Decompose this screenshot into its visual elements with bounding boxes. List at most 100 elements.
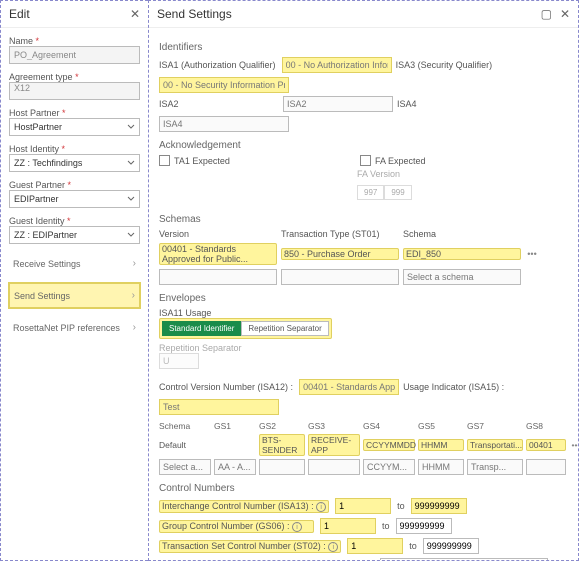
isa11-pill-highlight: Standard Identifier Repetition Separator: [159, 318, 332, 339]
maximize-icon[interactable]: ▢: [541, 7, 552, 21]
info-icon[interactable]: i: [316, 502, 326, 512]
gs1-select[interactable]: AA - A...: [214, 459, 256, 475]
txntype-value: 850 - Purchase Order: [281, 248, 399, 260]
repetition-separator-pill[interactable]: Repetition Separator: [241, 321, 328, 336]
host-identity-select[interactable]: ZZ : Techfindings: [9, 154, 140, 172]
gs5-select[interactable]: HHMM: [418, 459, 464, 475]
gs8-input[interactable]: [526, 459, 566, 475]
to-label: to: [409, 541, 417, 551]
chevron-right-icon: ›: [132, 290, 135, 301]
name-input[interactable]: [9, 46, 140, 64]
gs8-value: 00401: [526, 439, 566, 451]
isa2-label: ISA2: [159, 99, 277, 109]
ta1-checkbox[interactable]: [159, 155, 170, 166]
gs4-select[interactable]: CCYYM...: [363, 459, 415, 475]
guest-identity-label: Guest Identity *: [9, 216, 140, 226]
gs5-value: HHMM: [418, 439, 464, 451]
chevron-right-icon: ›: [133, 322, 136, 333]
cvn-label: Control Version Number (ISA12) :: [159, 382, 293, 392]
agreement-type-label: Agreement type *: [9, 72, 140, 82]
st02-from-input[interactable]: [347, 538, 403, 554]
isa13-from-input[interactable]: [335, 498, 391, 514]
gs06-to-input[interactable]: [396, 518, 452, 534]
send-settings-header: Send Settings ▢ ✕: [149, 1, 578, 28]
info-icon[interactable]: i: [292, 522, 302, 532]
edit-panel-header: Edit ✕: [1, 1, 148, 28]
schema-value: EDI_850: [403, 248, 521, 260]
gs-h-gs4: GS4: [363, 421, 415, 431]
host-identity-label: Host Identity *: [9, 144, 140, 154]
close-icon[interactable]: ✕: [560, 7, 570, 21]
isa11-usage-label: ISA11 Usage: [159, 308, 566, 318]
isa13-label: Interchange Control Number (ISA13) : i: [159, 500, 329, 513]
schema-select[interactable]: Select a schema: [403, 269, 521, 285]
txntype-label: Transaction Type (ST01): [281, 229, 397, 239]
gs3-input[interactable]: [308, 459, 360, 475]
version-value: 00401 - Standards Approved for Public...: [159, 243, 277, 265]
gs4-value: CCYYMMDD: [363, 439, 415, 451]
schema-row-more-icon[interactable]: •••: [525, 249, 539, 259]
schema-label: Schema: [403, 229, 519, 239]
envelopes-heading: Envelopes: [159, 293, 568, 304]
fa-999-pill[interactable]: 999: [384, 185, 411, 200]
to-label: to: [397, 501, 405, 511]
gs-h-gs5: GS5: [418, 421, 464, 431]
isa1-select[interactable]: 00 - No Authorization Infor...: [282, 57, 392, 73]
ack-heading: Acknowledgement: [159, 140, 568, 151]
st02-to-input[interactable]: [423, 538, 479, 554]
host-partner-label: Host Partner *: [9, 108, 140, 118]
gs-h-gs1: GS1: [214, 421, 256, 431]
gs-row-more-icon[interactable]: •••: [569, 440, 579, 450]
info-icon[interactable]: i: [328, 542, 338, 552]
st02-label: Transaction Set Control Number (ST02) : …: [159, 540, 341, 553]
chevron-right-icon: ›: [133, 258, 136, 269]
gs2-input[interactable]: [259, 459, 305, 475]
to-label: to: [382, 521, 390, 531]
gs-h-gs2: GS2: [259, 421, 305, 431]
edit-panel: Edit ✕ Name * Agreement type * X12 Host …: [0, 0, 148, 561]
gs-h-gs7: GS7: [467, 421, 523, 431]
gs06-from-input[interactable]: [320, 518, 376, 534]
txntype-select[interactable]: [281, 269, 399, 285]
nav-send-settings[interactable]: Send Settings›: [9, 283, 140, 308]
identifiers-heading: Identifiers: [159, 42, 568, 53]
gs2-value: BTS-SENDER: [259, 434, 305, 456]
nav-rosettanet[interactable]: RosettaNet PIP references›: [9, 316, 140, 339]
send-settings-panel: Send Settings ▢ ✕ Identifiers ISA1 (Auth…: [148, 0, 579, 561]
isa4-label: ISA4: [397, 99, 489, 109]
gs-h-gs3: GS3: [308, 421, 360, 431]
gs7-value: Transportati...: [467, 439, 523, 451]
fa-997-pill[interactable]: 997: [357, 185, 384, 200]
guest-identity-select[interactable]: ZZ : EDIPartner: [9, 226, 140, 244]
name-label: Name *: [9, 36, 140, 46]
cvn-select[interactable]: 00401 - Standards Appr...: [299, 379, 399, 395]
gs-h-schema: Schema: [159, 421, 211, 431]
rep-sep-input: [159, 353, 199, 369]
gs-h-gs8: GS8: [526, 421, 566, 431]
close-icon[interactable]: ✕: [130, 7, 140, 21]
isa13-to-input[interactable]: [411, 498, 467, 514]
schemas-heading: Schemas: [159, 214, 568, 225]
gs-schema-select[interactable]: Select a...: [159, 459, 211, 475]
isa3-select[interactable]: 00 - No Security Information Present: [159, 77, 289, 93]
isa2-input[interactable]: [283, 96, 393, 112]
isa4-input[interactable]: [159, 116, 289, 132]
rep-sep-label: Repetition Separator: [159, 343, 566, 353]
guest-partner-select[interactable]: EDIPartner: [9, 190, 140, 208]
isa1-label: ISA1 (Authorization Qualifier): [159, 60, 276, 70]
ta1-label: TA1 Expected: [174, 156, 354, 166]
control-numbers-heading: Control Numbers: [159, 483, 568, 494]
usage-select[interactable]: Test: [159, 399, 279, 415]
gs06-label: Group Control Number (GS06) : i: [159, 520, 314, 533]
standard-identifier-pill[interactable]: Standard Identifier: [162, 321, 241, 336]
host-partner-select[interactable]: HostPartner: [9, 118, 140, 136]
guest-partner-label: Guest Partner *: [9, 180, 140, 190]
fa-checkbox[interactable]: [360, 155, 371, 166]
agreement-type-value: X12: [9, 82, 140, 100]
version-select[interactable]: [159, 269, 277, 285]
fa-version-label: FA Version: [357, 169, 400, 179]
gs3-value: RECEIVE-APP: [308, 434, 360, 456]
gs7-select[interactable]: Transp...: [467, 459, 523, 475]
nav-receive-settings[interactable]: Receive Settings›: [9, 252, 140, 275]
gs-schema-default: Default: [159, 440, 211, 450]
